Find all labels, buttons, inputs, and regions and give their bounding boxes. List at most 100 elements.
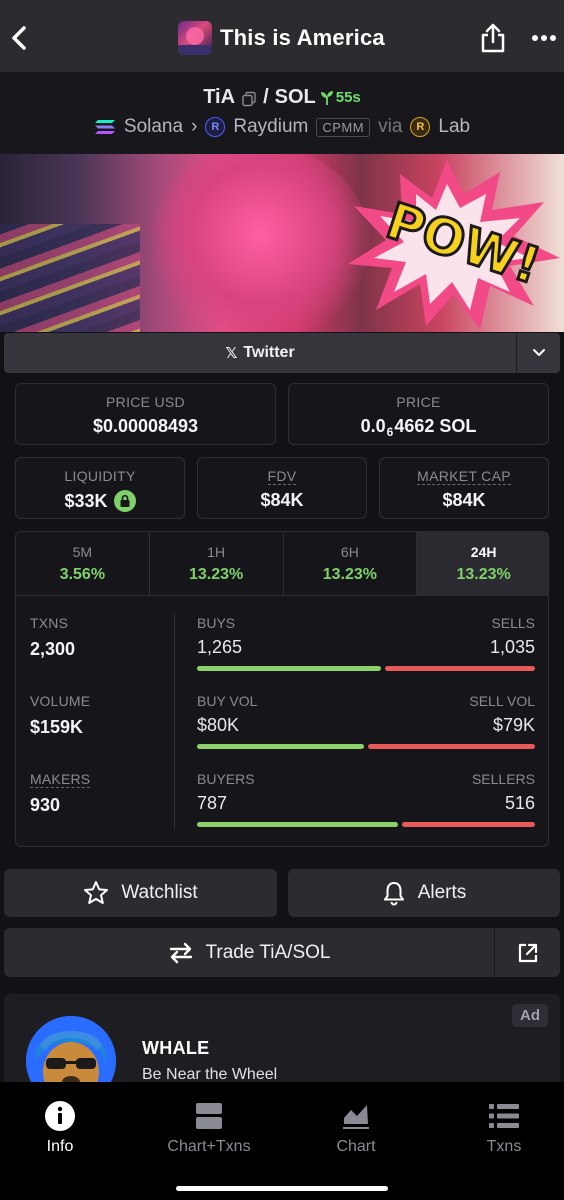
quote-token: SOL <box>274 86 316 108</box>
pair-header: TiA / SOL 55s Solana › R Raydium CPMM vi… <box>0 72 564 154</box>
chevron-right-icon: › <box>191 116 198 137</box>
nav-txns[interactable]: Txns <box>444 1100 564 1156</box>
nav-label: Chart <box>336 1138 376 1155</box>
pair-title: TiA / SOL 55s <box>0 86 564 109</box>
info-icon <box>44 1100 76 1132</box>
more-links-button[interactable] <box>516 333 560 373</box>
buys-label: BUYS <box>197 615 236 631</box>
tab-24h[interactable]: 24H 13.23% <box>417 532 548 595</box>
makers-label: MAKERS <box>30 771 91 788</box>
via-label: via <box>378 116 403 137</box>
external-link-icon <box>518 943 537 962</box>
buy-fill <box>197 666 381 671</box>
chart-icon <box>340 1100 372 1132</box>
token-banner-image: POW! <box>0 154 564 332</box>
raydium-icon: R <box>205 117 226 137</box>
tab-label: 5M <box>72 544 93 560</box>
bottom-nav: Info Chart+Txns Chart Txns <box>0 1082 564 1200</box>
launchpad-name[interactable]: Lab <box>438 116 470 138</box>
alerts-button[interactable]: Alerts <box>288 869 560 917</box>
buyers-sellers-bar <box>197 822 535 827</box>
timeframe-tabs: 5M 3.56% 1H 13.23% 6H 13.23% 24H 13.23% <box>16 532 548 596</box>
launchpad-icon: R <box>410 117 431 137</box>
tab-label: 24H <box>470 544 497 560</box>
nav-label: Info <box>46 1138 74 1155</box>
nav-info[interactable]: Info <box>0 1100 120 1156</box>
more-button[interactable] <box>530 26 558 50</box>
pow-burst-graphic: POW! <box>348 160 560 330</box>
trade-row: Trade TiA/SOL <box>4 928 560 977</box>
nav-chart-txns[interactable]: Chart+Txns <box>149 1100 269 1156</box>
liquidity-value: $33K <box>64 490 108 511</box>
title-text: This is America <box>220 25 385 50</box>
token-thumbnail <box>178 21 212 55</box>
market-cap-box[interactable]: MARKET CAP $84K <box>379 457 549 519</box>
sell-fill <box>401 822 535 827</box>
home-indicator <box>176 1186 388 1191</box>
nav-label: Chart+Txns <box>167 1138 251 1155</box>
open-external-button[interactable] <box>494 928 560 977</box>
chart-txns-icon <box>193 1100 225 1132</box>
makers-value: 930 <box>30 795 61 815</box>
sellers-value: 516 <box>504 793 535 813</box>
volume-split-bar <box>197 744 535 749</box>
nav-chart[interactable]: Chart <box>296 1100 416 1156</box>
price-usd-box: PRICE USD $0.00008493 <box>15 383 276 445</box>
buy-fill <box>197 744 364 749</box>
buy-vol-label: BUY VOL <box>197 693 258 709</box>
tab-1h[interactable]: 1H 13.23% <box>150 532 284 595</box>
tab-6h[interactable]: 6H 13.23% <box>284 532 418 595</box>
chevron-left-icon <box>12 26 26 50</box>
dex-name[interactable]: Raydium <box>233 116 308 138</box>
sellers-label: SELLERS <box>471 771 535 787</box>
sell-vol-value: $79K <box>492 715 535 735</box>
sells-label: SELLS <box>491 615 535 631</box>
alerts-label: Alerts <box>417 882 467 903</box>
sells-value: 1,035 <box>489 637 535 657</box>
trade-button[interactable]: Trade TiA/SOL <box>4 928 494 977</box>
price-change: 13.23% <box>456 566 511 583</box>
liquidity-box: LIQUIDITY $33K <box>15 457 185 519</box>
pair-separator: / <box>263 86 269 108</box>
chain-name[interactable]: Solana <box>124 116 183 138</box>
price-change: 3.56% <box>59 566 106 583</box>
makers-stat[interactable]: MAKERS 930 <box>30 771 91 816</box>
price-native-label: PRICE <box>396 394 441 410</box>
twitter-label: Twitter <box>243 344 295 361</box>
watchlist-button[interactable]: Watchlist <box>4 869 277 917</box>
buys-sells-row: BUYS SELLS 1,265 1,035 <box>197 615 535 671</box>
back-button[interactable] <box>6 20 34 56</box>
share-button[interactable] <box>478 20 508 56</box>
buys-sells-bar <box>197 666 535 671</box>
fdv-box[interactable]: FDV $84K <box>197 457 367 519</box>
market-cap-label: MARKET CAP <box>417 468 511 485</box>
tab-label: 1H <box>207 544 226 560</box>
buyers-sellers-row: BUYERS SELLERS 787 516 <box>197 771 535 827</box>
tab-5m[interactable]: 5M 3.56% <box>16 532 150 595</box>
trade-label: Trade TiA/SOL <box>205 941 331 963</box>
ad-card[interactable]: Ad WHALE Be Near the Wheel <box>4 994 560 1094</box>
volume-stat: VOLUME $159K <box>30 693 90 738</box>
txns-value: 2,300 <box>30 639 76 659</box>
liquidity-value-row: $33K <box>16 490 184 512</box>
volume-label: VOLUME <box>30 693 91 709</box>
star-icon <box>84 881 109 904</box>
nav-label: Txns <box>486 1138 522 1155</box>
price-native-box: PRICE 0.0 6 4662 SOL <box>288 383 549 445</box>
twitter-button[interactable]: 𝕏 Twitter <box>4 333 516 373</box>
solana-icon <box>94 120 115 134</box>
chevron-down-icon <box>532 349 545 356</box>
fdv-value: $84K <box>260 490 304 510</box>
base-token: TiA <box>203 86 236 108</box>
volume-value: $159K <box>30 717 84 737</box>
watchlist-label: Watchlist <box>121 882 198 903</box>
share-icon <box>481 23 505 53</box>
copy-icon[interactable] <box>241 90 257 106</box>
pair-age: 55s <box>320 89 361 106</box>
x-logo-icon: 𝕏 <box>225 345 238 362</box>
divider <box>174 614 175 830</box>
social-links-row: 𝕏 Twitter <box>4 333 560 373</box>
pool-type-badge: CPMM <box>316 117 371 137</box>
sell-fill <box>384 666 535 671</box>
lock-icon[interactable] <box>113 490 136 512</box>
